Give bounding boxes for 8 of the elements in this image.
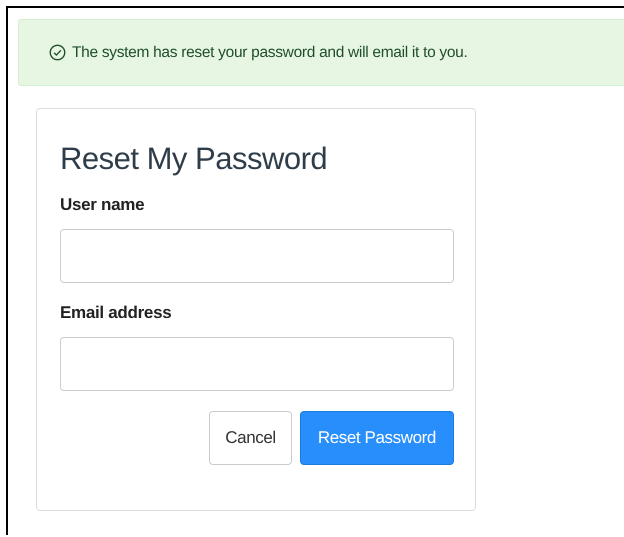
field-label: User name [60,195,146,215]
input-field[interactable] [60,229,454,283]
alert-message: The system has reset your password and will email it to you. [72,44,468,62]
cancel-button[interactable]: Cancel [209,411,292,465]
check-circle-icon [49,44,66,61]
form-title: Reset My Password [60,141,328,177]
field-label: Email address [60,303,172,323]
input-field[interactable] [60,337,454,391]
